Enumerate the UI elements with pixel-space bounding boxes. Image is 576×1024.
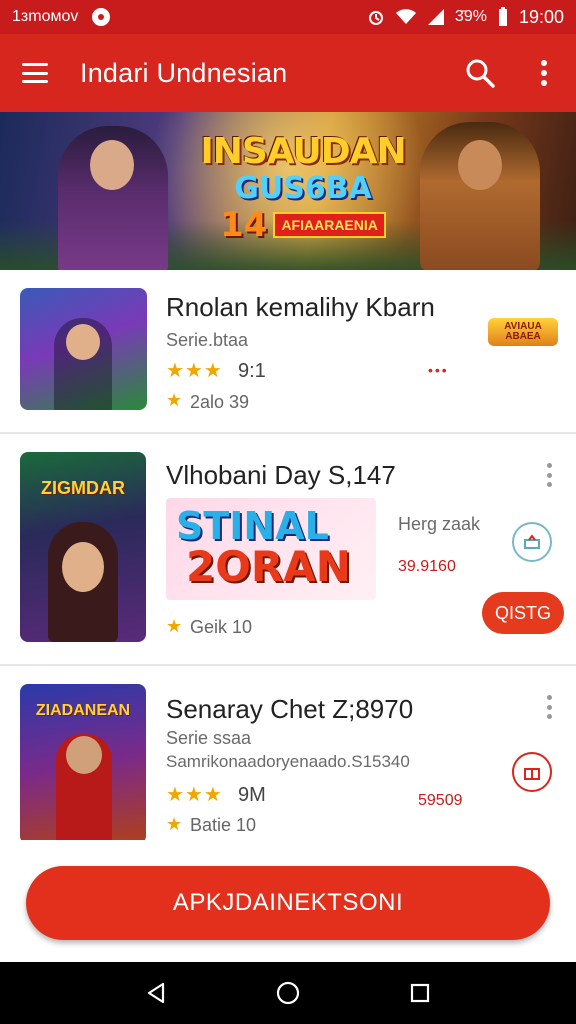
- promo-line2: 2ORAN: [186, 542, 351, 591]
- more-vert-icon: [541, 60, 547, 86]
- app-bar: Indari Undnesian: [0, 34, 576, 112]
- game-thumbnail[interactable]: ZIGMDAR: [20, 452, 146, 642]
- game-title[interactable]: Rnolan kemalihy Kbarn: [166, 292, 435, 323]
- carrier-text: 1зmoмov: [12, 8, 79, 25]
- publisher-logo: AVIAUA ABAEA: [488, 318, 558, 346]
- rating-value: 9:1: [238, 360, 266, 382]
- more-dots-icon[interactable]: •••: [428, 362, 449, 378]
- rating-value: 9M: [238, 784, 266, 806]
- gift-icon: [524, 768, 540, 780]
- banner-tag: AFIAARAENIA: [273, 212, 386, 238]
- app-title: Indari Undnesian: [80, 57, 288, 88]
- search-button[interactable]: [448, 34, 512, 112]
- game-description: Samrikonaadoryenaado.S15340: [166, 752, 410, 771]
- recents-button[interactable]: [400, 973, 440, 1013]
- game-thumbnail[interactable]: ZIADANEAN: [20, 684, 146, 844]
- banner-number: 14: [220, 205, 268, 245]
- game-title[interactable]: Senaray Chet Z;8970: [166, 694, 413, 725]
- game-subtitle: Serie ssaa: [166, 728, 252, 748]
- featured-banner[interactable]: INSAUDAN GUS6BA 14 AFIAARAENIA: [0, 112, 576, 270]
- alarm-icon: [368, 11, 383, 25]
- star-icon: ★: [166, 616, 183, 636]
- game-thumbnail[interactable]: [20, 288, 147, 410]
- battery-percent: 3̄9%: [454, 8, 487, 25]
- star-icon: ★: [166, 814, 183, 834]
- banner-hero-right-image: [420, 122, 540, 270]
- download-apk-button[interactable]: APKJDAINEKTSONI: [26, 866, 550, 940]
- side-label: Herg zaak: [398, 514, 481, 534]
- banner-line1: INSAUDAN: [200, 131, 406, 172]
- back-button[interactable]: [136, 973, 176, 1013]
- install-button[interactable]: QISTG: [482, 592, 564, 634]
- menu-button[interactable]: [0, 34, 70, 112]
- promo-image[interactable]: STINAL 2ORAN: [166, 498, 376, 600]
- secondary-info: Geik 10: [190, 617, 253, 637]
- secondary-info: 2alo 39: [190, 392, 250, 412]
- status-bar: 1зmoмov 3̄9% 19:00: [0, 0, 576, 34]
- store-icon: [524, 534, 540, 549]
- banner-logo: INSAUDAN GUS6BA 14 AFIAARAENIA: [198, 131, 408, 245]
- wifi-icon: [395, 9, 416, 24]
- overflow-menu-button[interactable]: [512, 34, 576, 112]
- signal-icon: [427, 9, 444, 25]
- banner-line2: GUS6BA: [234, 171, 372, 206]
- battery-icon: [498, 7, 507, 26]
- banner-hero-left-image: [58, 126, 168, 270]
- system-nav-bar: [0, 962, 576, 1024]
- recents-icon: [410, 983, 430, 1003]
- game-title[interactable]: Vlhobani Day S,147: [166, 460, 396, 491]
- status-time: 19:00: [518, 6, 564, 27]
- star-rating: ★★★: [166, 784, 223, 806]
- thumbnail-title: ZIGMDAR: [41, 478, 125, 498]
- price-text: 39.9160: [398, 558, 456, 575]
- star-icon: ★: [166, 390, 183, 410]
- home-icon: [276, 981, 300, 1005]
- star-rating: ★★★: [166, 360, 223, 382]
- game-subtitle: Serie.btaa: [166, 330, 249, 350]
- more-vert-icon[interactable]: [537, 460, 561, 490]
- notification-icon: [92, 8, 111, 26]
- search-icon: [466, 59, 495, 88]
- home-button[interactable]: [268, 973, 308, 1013]
- wishlist-button[interactable]: [512, 752, 552, 792]
- price-text: 59509: [418, 792, 463, 809]
- back-icon: [147, 982, 165, 1004]
- share-button[interactable]: [512, 522, 552, 562]
- secondary-info: Batie 10: [190, 815, 257, 835]
- hamburger-icon: [22, 63, 48, 83]
- more-vert-icon[interactable]: [537, 692, 561, 722]
- thumbnail-title: ZIADANEAN: [35, 702, 131, 719]
